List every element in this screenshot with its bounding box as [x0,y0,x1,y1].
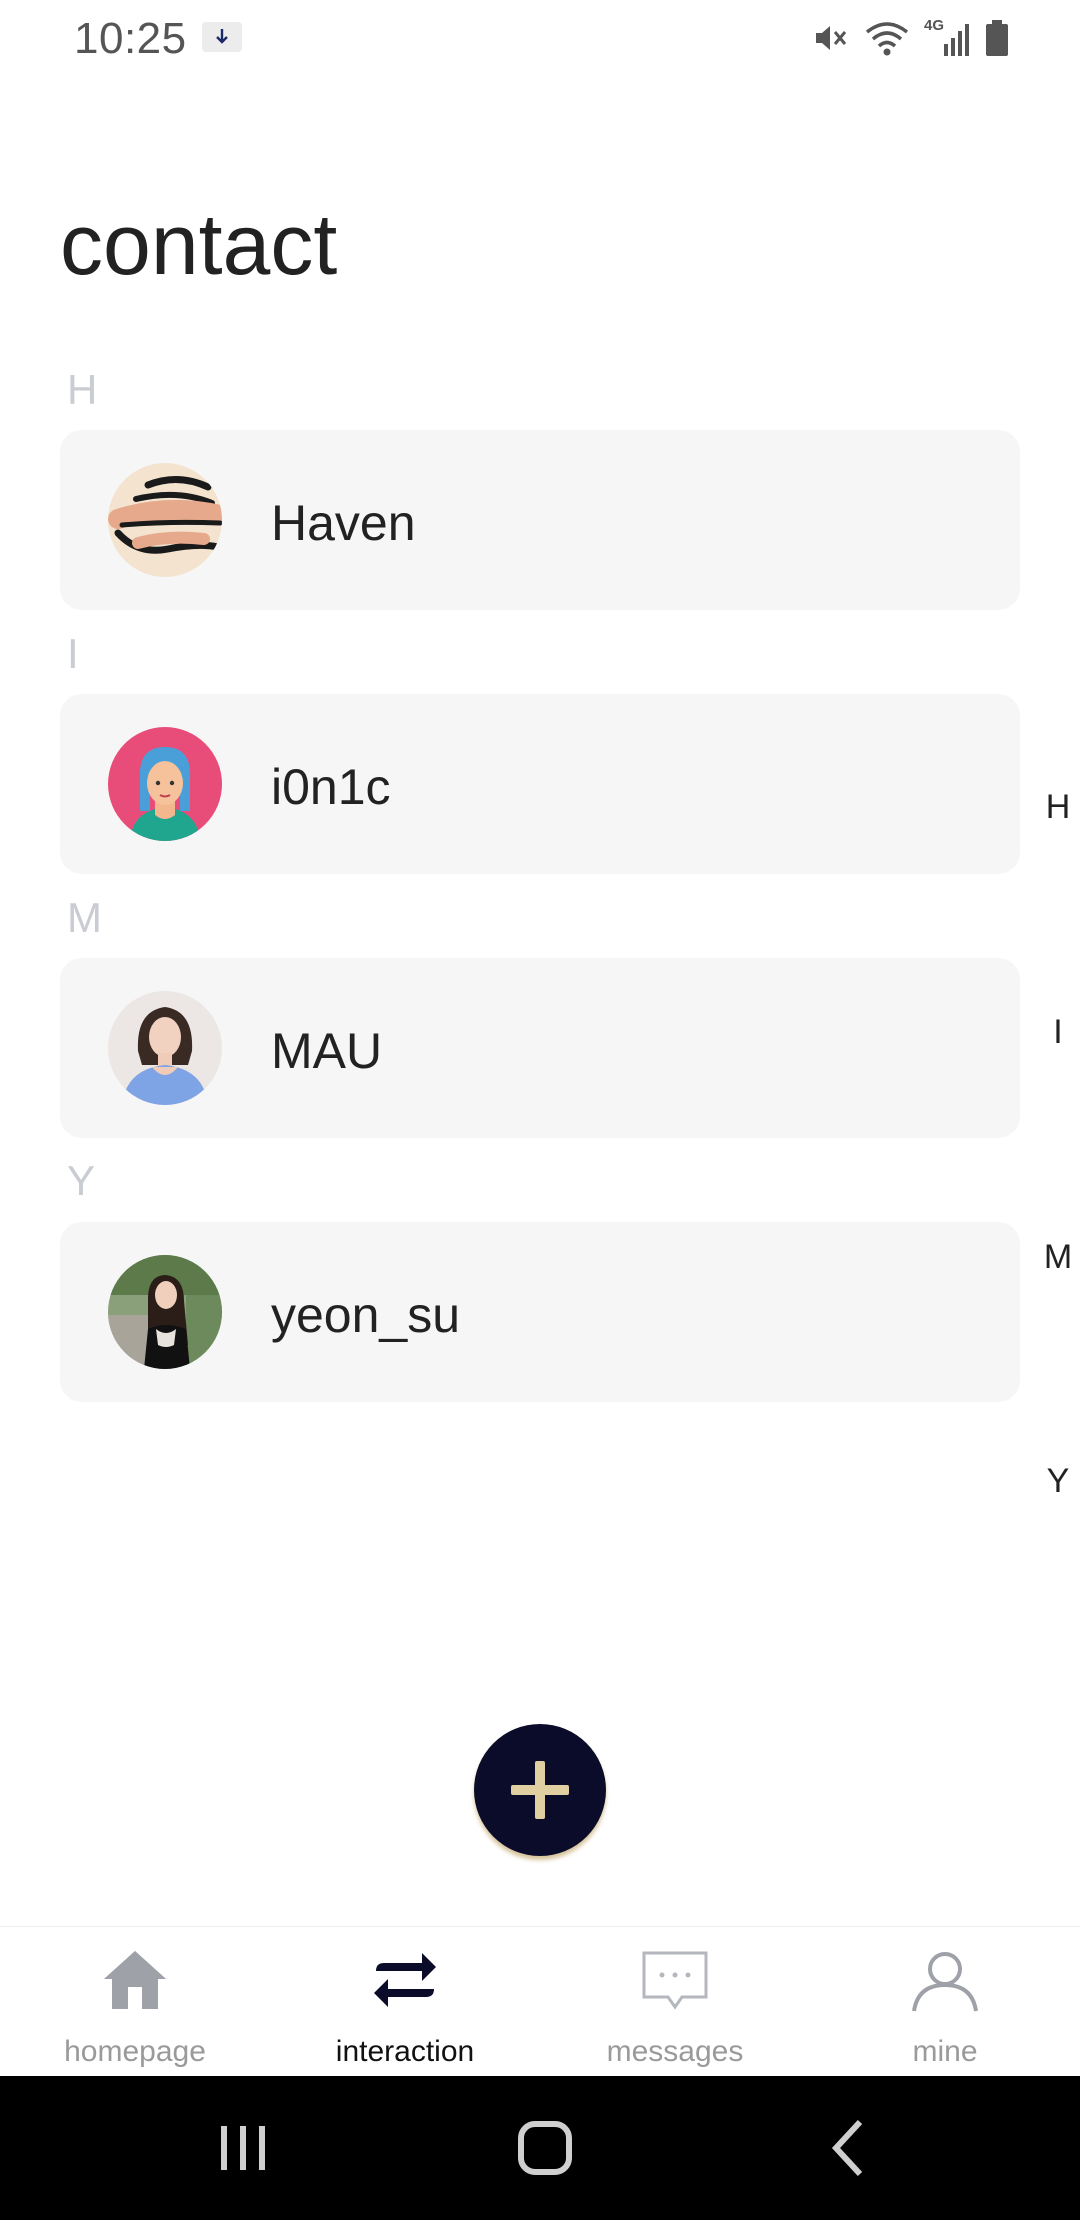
home-icon [100,1945,170,2017]
chat-bubble-icon [640,1945,710,2017]
contact-card-haven[interactable]: Haven [60,430,1020,610]
wifi-icon [864,18,910,58]
tab-homepage[interactable]: homepage [0,1927,270,2077]
section-header-i: I [67,630,79,677]
tab-messages[interactable]: messages [540,1927,810,2077]
contact-card-mau[interactable]: MAU [60,958,1020,1138]
index-letter-h[interactable]: H [1038,788,1078,827]
recent-apps-icon[interactable] [193,2116,293,2180]
contact-name: Haven [271,495,416,551]
download-notification-icon [202,22,242,52]
contact-name: MAU [271,1023,383,1079]
home-button-icon[interactable] [495,2116,595,2180]
swap-arrows-icon [370,1945,440,2017]
section-header-m: M [67,894,102,941]
back-icon[interactable] [798,2116,898,2180]
page-title: contact [60,197,338,293]
cartoon-blue-hair-avatar [108,727,222,841]
network-type-label: 4G [924,17,944,34]
tab-interaction[interactable]: interaction [270,1927,540,2077]
tab-label: interaction [335,2035,475,2068]
tab-label: mine [912,2035,978,2068]
mute-icon [810,18,850,58]
tab-mine[interactable]: mine [810,1927,1080,2077]
brush-stroke-avatar [108,463,222,577]
battery-icon [984,18,1010,58]
index-letter-y[interactable]: Y [1038,1462,1078,1501]
status-time: 10:25 [74,14,187,63]
contact-name: i0n1c [271,759,391,815]
contact-card-i0n1c[interactable]: i0n1c [60,694,1020,874]
contact-card-yeon-su[interactable]: yeon_su [60,1222,1020,1402]
tab-label: homepage [64,2035,206,2068]
bottom-tab-bar: homepage interaction messages mine [0,1926,1080,2076]
add-contact-button[interactable] [474,1724,606,1856]
tab-label: messages [606,2035,744,2068]
4g-signal-icon: 4G [924,16,970,60]
index-letter-i[interactable]: I [1038,1013,1078,1052]
contact-name: yeon_su [271,1287,461,1343]
index-letter-m[interactable]: M [1038,1238,1078,1277]
status-bar: 10:25 4G [0,0,1080,76]
section-header-y: Y [67,1157,96,1204]
status-icons: 4G [810,16,1010,60]
user-icon [910,1945,980,2017]
photo-woman-blue-top-avatar [108,991,222,1105]
system-navigation-bar [0,2076,1080,2220]
photo-woman-outdoor-avatar [108,1255,222,1369]
section-header-h: H [67,366,98,413]
